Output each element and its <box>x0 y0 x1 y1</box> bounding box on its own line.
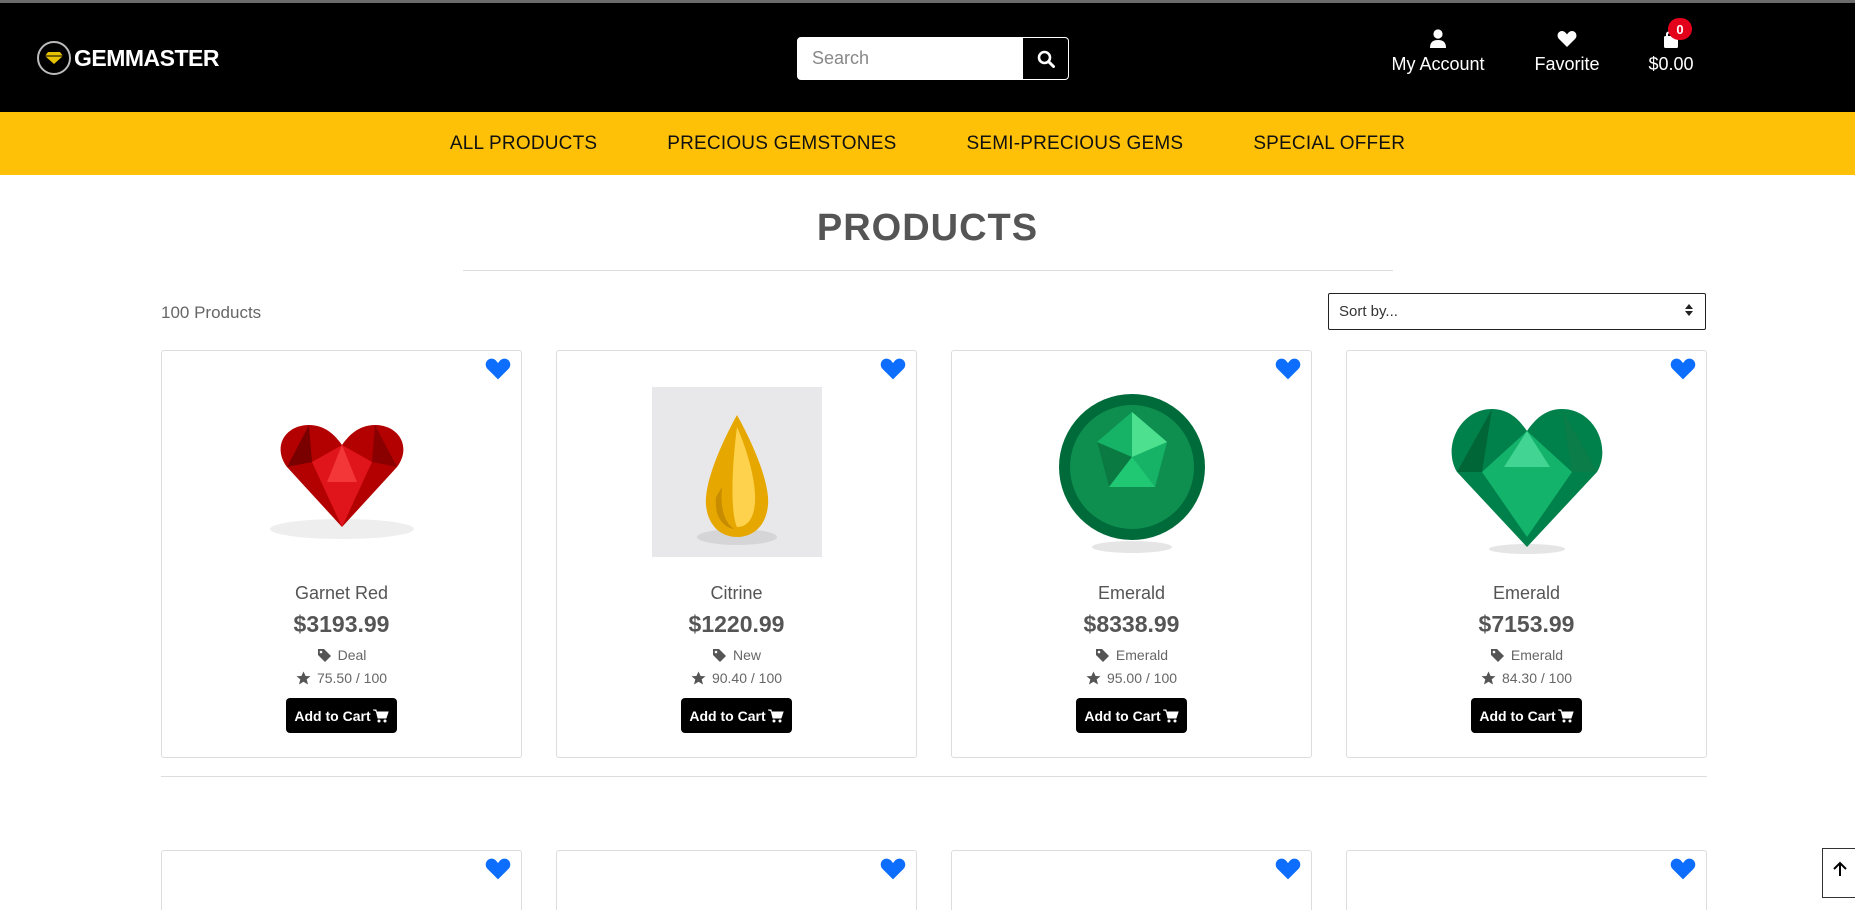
favorite-heart-icon[interactable] <box>1670 357 1696 381</box>
add-to-cart-button[interactable]: Add to Cart <box>681 698 792 733</box>
my-account-link[interactable]: My Account <box>1390 27 1486 75</box>
product-tag: Emerald <box>952 647 1311 663</box>
favorite-heart-icon[interactable] <box>485 857 511 881</box>
search-input[interactable] <box>798 38 1023 79</box>
add-to-cart-button[interactable]: Add to Cart <box>1076 698 1187 733</box>
tag-icon <box>317 648 331 662</box>
category-nav: ALL PRODUCTS PRECIOUS GEMSTONES SEMI-PRE… <box>0 112 1855 175</box>
product-name[interactable]: Emerald <box>1347 583 1706 604</box>
products-toolbar: 100 Products Sort by... <box>0 271 1855 341</box>
product-name[interactable]: Citrine <box>557 583 916 604</box>
arrow-up-icon <box>1832 861 1847 876</box>
product-tag-label: Emerald <box>1510 647 1564 663</box>
nav-special-offer[interactable]: SPECIAL OFFER <box>1253 133 1405 155</box>
product-card: Emerald $7153.99 Emerald 84.30 / 100 Add… <box>1346 350 1707 758</box>
brand-name: GEMMASTER <box>74 44 220 71</box>
product-name[interactable]: Emerald <box>952 583 1311 604</box>
search-icon <box>1037 50 1055 68</box>
favorite-heart-icon[interactable] <box>880 357 906 381</box>
page-title: PRODUCTS <box>816 207 1039 249</box>
cart-count-badge: 0 <box>1668 18 1692 40</box>
product-price: $3193.99 <box>293 611 390 637</box>
tag-icon <box>1095 648 1109 662</box>
product-grid-next-row <box>161 850 1707 910</box>
search-bar <box>797 37 1069 80</box>
star-icon <box>691 671 706 685</box>
gem-logo-icon <box>37 41 71 75</box>
product-tag: New <box>557 647 916 663</box>
product-price: $7153.99 <box>1478 611 1575 637</box>
product-rating-value: 90.40 / 100 <box>711 670 783 686</box>
favorite-heart-icon[interactable] <box>1275 357 1301 381</box>
row-divider <box>161 776 1707 777</box>
product-card <box>161 850 522 910</box>
site-header: GEMMASTER My Account Favorite 0 $0.00 <box>0 3 1855 112</box>
product-card: Citrine $1220.99 New 90.40 / 100 Add to … <box>556 350 917 758</box>
product-card <box>556 850 917 910</box>
star-icon <box>296 671 311 685</box>
product-image[interactable] <box>651 387 822 557</box>
product-price: $1220.99 <box>688 611 785 637</box>
product-tag-label: New <box>732 647 761 663</box>
product-rating: 75.50 / 100 <box>162 670 521 686</box>
product-name[interactable]: Garnet Red <box>162 583 521 604</box>
product-tag-label: Deal <box>337 647 367 663</box>
add-to-cart-label: Add to Cart <box>689 707 766 724</box>
product-rating: 90.40 / 100 <box>557 670 916 686</box>
cart-total: $0.00 <box>1648 54 1694 74</box>
product-rating-value: 95.00 / 100 <box>1106 670 1178 686</box>
tag-icon <box>712 648 726 662</box>
product-rating-value: 84.30 / 100 <box>1501 670 1573 686</box>
add-to-cart-label: Add to Cart <box>1084 707 1161 724</box>
cart-icon <box>372 709 389 722</box>
cart-icon <box>1557 709 1574 722</box>
product-image[interactable] <box>1047 387 1217 557</box>
product-image[interactable] <box>257 387 427 557</box>
nav-all-products[interactable]: ALL PRODUCTS <box>450 133 597 155</box>
back-to-top-button[interactable] <box>1822 848 1855 898</box>
brand-logo[interactable]: GEMMASTER <box>37 41 220 75</box>
my-account-label: My Account <box>1391 54 1485 74</box>
add-to-cart-label: Add to Cart <box>1479 707 1556 724</box>
product-rating: 84.30 / 100 <box>1347 670 1706 686</box>
product-card: Garnet Red $3193.99 Deal 75.50 / 100 Add… <box>161 350 522 758</box>
product-grid: Garnet Red $3193.99 Deal 75.50 / 100 Add… <box>161 350 1707 758</box>
favorite-link[interactable]: Favorite <box>1533 27 1601 75</box>
add-to-cart-button[interactable]: Add to Cart <box>1471 698 1582 733</box>
product-price: $8338.99 <box>1083 611 1180 637</box>
tag-icon <box>1490 648 1504 662</box>
favorite-heart-icon[interactable] <box>485 357 511 381</box>
search-button[interactable] <box>1023 38 1068 79</box>
favorite-heart-icon[interactable] <box>1275 857 1301 881</box>
star-icon <box>1481 671 1496 685</box>
favorite-heart-icon[interactable] <box>880 857 906 881</box>
product-card <box>1346 850 1707 910</box>
product-card <box>951 850 1312 910</box>
favorite-heart-icon[interactable] <box>1670 857 1696 881</box>
cart-link[interactable]: 0 $0.00 <box>1646 18 1696 75</box>
product-rating-value: 75.50 / 100 <box>316 670 388 686</box>
cart-icon <box>1162 709 1179 722</box>
star-icon <box>1086 671 1101 685</box>
product-tag: Emerald <box>1347 647 1706 663</box>
product-image[interactable] <box>1442 387 1612 557</box>
product-tag-label: Emerald <box>1115 647 1169 663</box>
product-count: 100 Products <box>161 303 262 322</box>
favorite-label: Favorite <box>1534 54 1600 74</box>
user-icon <box>1430 29 1446 48</box>
heart-icon <box>1557 31 1577 47</box>
nav-precious-gemstones[interactable]: PRECIOUS GEMSTONES <box>667 133 896 155</box>
product-tag: Deal <box>162 647 521 663</box>
sort-select[interactable]: Sort by... <box>1328 293 1706 330</box>
product-card: Emerald $8338.99 Emerald 95.00 / 100 Add… <box>951 350 1312 758</box>
sort-select-value: Sort by... <box>1339 303 1398 320</box>
cart-icon <box>767 709 784 722</box>
nav-semi-precious-gems[interactable]: SEMI-PRECIOUS GEMS <box>966 133 1183 155</box>
add-to-cart-label: Add to Cart <box>294 707 371 724</box>
sort-arrows-icon <box>1685 304 1693 316</box>
add-to-cart-button[interactable]: Add to Cart <box>286 698 397 733</box>
product-rating: 95.00 / 100 <box>952 670 1311 686</box>
